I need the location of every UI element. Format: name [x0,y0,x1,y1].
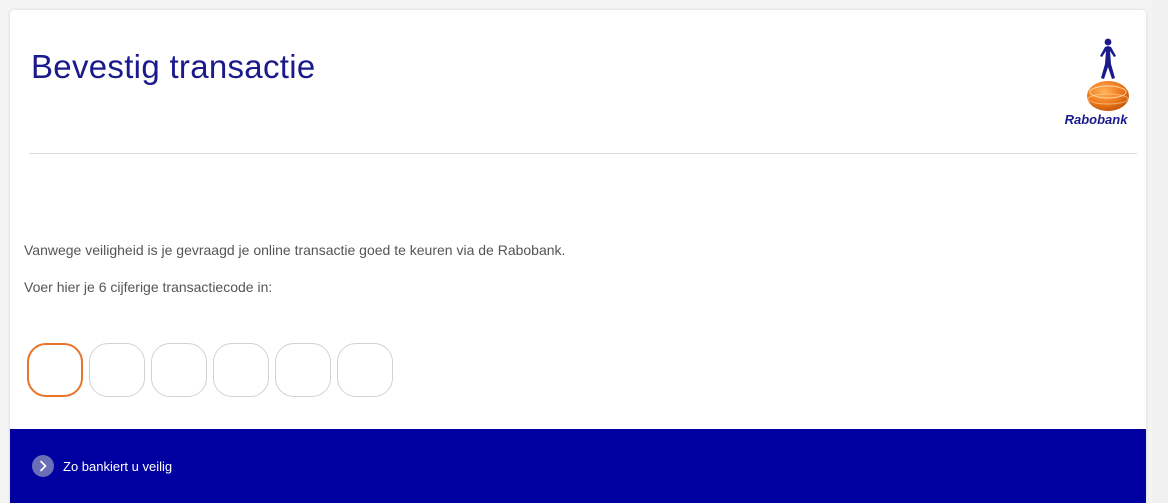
page-title: Bevestig transactie [31,48,316,85]
header-divider [29,153,1137,154]
page-scrollbar[interactable] [1152,0,1168,503]
code-digit-6-input[interactable] [337,343,393,397]
security-message: Vanwege veiligheid is je gevraagd je onl… [24,242,566,258]
transaction-code-inputs [27,343,399,397]
rabobank-logo-icon [1087,38,1129,111]
rabobank-logo: Rabobank [1056,32,1136,132]
code-digit-5-input[interactable] [275,343,331,397]
transaction-card: Bevestig transactie Rabobank Vanwege vei… [10,10,1146,503]
code-digit-4-input[interactable] [213,343,269,397]
code-instruction: Voer hier je 6 cijferige transactiecode … [24,279,273,295]
safe-banking-link[interactable]: Zo bankiert u veilig [32,455,172,477]
footer-bar: Zo bankiert u veilig [10,429,1146,503]
code-digit-2-input[interactable] [89,343,145,397]
chevron-right-icon [32,455,54,477]
brand-name: Rabobank [1064,112,1128,127]
code-digit-1-input[interactable] [27,343,83,397]
safe-banking-link-label: Zo bankiert u veilig [63,458,173,474]
code-digit-3-input[interactable] [151,343,207,397]
